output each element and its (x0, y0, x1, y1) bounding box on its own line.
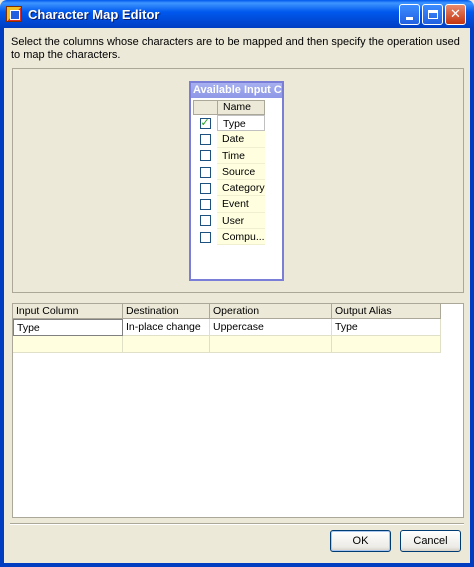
ok-button[interactable]: OK (330, 530, 391, 552)
button-divider (10, 523, 464, 525)
column-checkbox[interactable] (199, 215, 211, 227)
available-input-columns-title: Available Input C... (191, 83, 282, 98)
destination-header[interactable]: Destination (123, 304, 210, 319)
column-checkbox-cell[interactable] (193, 147, 217, 164)
column-checkbox[interactable] (199, 133, 211, 145)
operation-header[interactable]: Operation (210, 304, 332, 319)
window-title: Character Map Editor (28, 6, 160, 22)
column-name[interactable]: Category (217, 180, 265, 197)
new-output-alias-cell[interactable] (332, 336, 441, 353)
column-selection-panel: Available Input C... Name TypeDateTimeSo… (12, 68, 464, 293)
dialog-window: Character Map Editor ✕ Select the column… (0, 0, 474, 567)
new-destination-cell[interactable] (123, 336, 210, 353)
mapping-table: Input Column Destination Operation Outpu… (13, 304, 441, 353)
column-name[interactable]: Source (217, 163, 265, 181)
column-checkbox[interactable] (199, 231, 211, 243)
close-button[interactable]: ✕ (445, 4, 466, 25)
close-icon: ✕ (450, 7, 461, 22)
table-row[interactable]: Type In-place change Uppercase Type (13, 319, 441, 336)
select-all-header[interactable] (193, 100, 217, 115)
column-name[interactable]: Event (217, 196, 265, 213)
column-name[interactable]: Date (217, 131, 265, 148)
column-row[interactable]: Type (193, 115, 265, 132)
minimize-button[interactable] (399, 4, 420, 25)
available-input-columns-box[interactable]: Available Input C... Name TypeDateTimeSo… (189, 81, 284, 281)
column-checkbox[interactable] (199, 199, 211, 211)
character-map-icon (6, 6, 22, 22)
column-name[interactable]: Compu... (217, 229, 265, 246)
output-alias-cell[interactable]: Type (332, 319, 441, 336)
mapping-table-header: Input Column Destination Operation Outpu… (13, 304, 441, 319)
column-name[interactable]: User (217, 212, 265, 230)
input-column-cell[interactable]: Type (13, 319, 123, 336)
new-table-row[interactable] (13, 336, 441, 353)
mapping-grid-panel: Input Column Destination Operation Outpu… (12, 303, 464, 518)
column-row[interactable]: Date (193, 131, 265, 148)
title-bar[interactable]: Character Map Editor ✕ (4, 0, 470, 28)
destination-cell[interactable]: In-place change (123, 319, 210, 336)
maximize-button[interactable] (422, 4, 443, 25)
column-checkbox[interactable] (199, 182, 211, 194)
column-row[interactable]: User (193, 212, 265, 230)
column-checkbox[interactable] (199, 116, 211, 129)
column-checkbox[interactable] (199, 150, 211, 162)
column-checkbox[interactable] (199, 166, 211, 178)
maximize-icon (427, 10, 438, 19)
input-column-header[interactable]: Input Column (13, 304, 123, 319)
column-checkbox-cell[interactable] (193, 196, 217, 213)
output-alias-header[interactable]: Output Alias (332, 304, 441, 319)
column-row[interactable]: Compu... (193, 229, 265, 246)
available-columns-grid: Name TypeDateTimeSourceCategoryEventUser… (193, 100, 265, 246)
minimize-icon (406, 17, 413, 20)
column-checkbox-cell[interactable] (193, 163, 217, 181)
column-checkbox-cell[interactable] (193, 229, 217, 246)
column-row[interactable]: Time (193, 147, 265, 164)
column-checkbox-cell[interactable] (193, 212, 217, 230)
column-checkbox-cell[interactable] (193, 180, 217, 197)
column-name[interactable]: Time (217, 147, 265, 164)
column-checkbox-cell[interactable] (193, 131, 217, 148)
column-row[interactable]: Event (193, 196, 265, 213)
dialog-client-area: Select the columns whose characters are … (4, 28, 470, 563)
column-name[interactable]: Type (217, 115, 265, 132)
new-operation-cell[interactable] (210, 336, 332, 353)
column-row[interactable]: Category (193, 180, 265, 197)
column-row[interactable]: Source (193, 163, 265, 181)
cancel-button[interactable]: Cancel (400, 530, 461, 552)
name-column-header[interactable]: Name (217, 100, 265, 115)
operation-cell[interactable]: Uppercase (210, 319, 332, 336)
instructions-text: Select the columns whose characters are … (11, 36, 460, 61)
new-input-column-cell[interactable] (13, 336, 123, 353)
columns-grid-header: Name (193, 100, 265, 115)
column-checkbox-cell[interactable] (193, 115, 217, 132)
